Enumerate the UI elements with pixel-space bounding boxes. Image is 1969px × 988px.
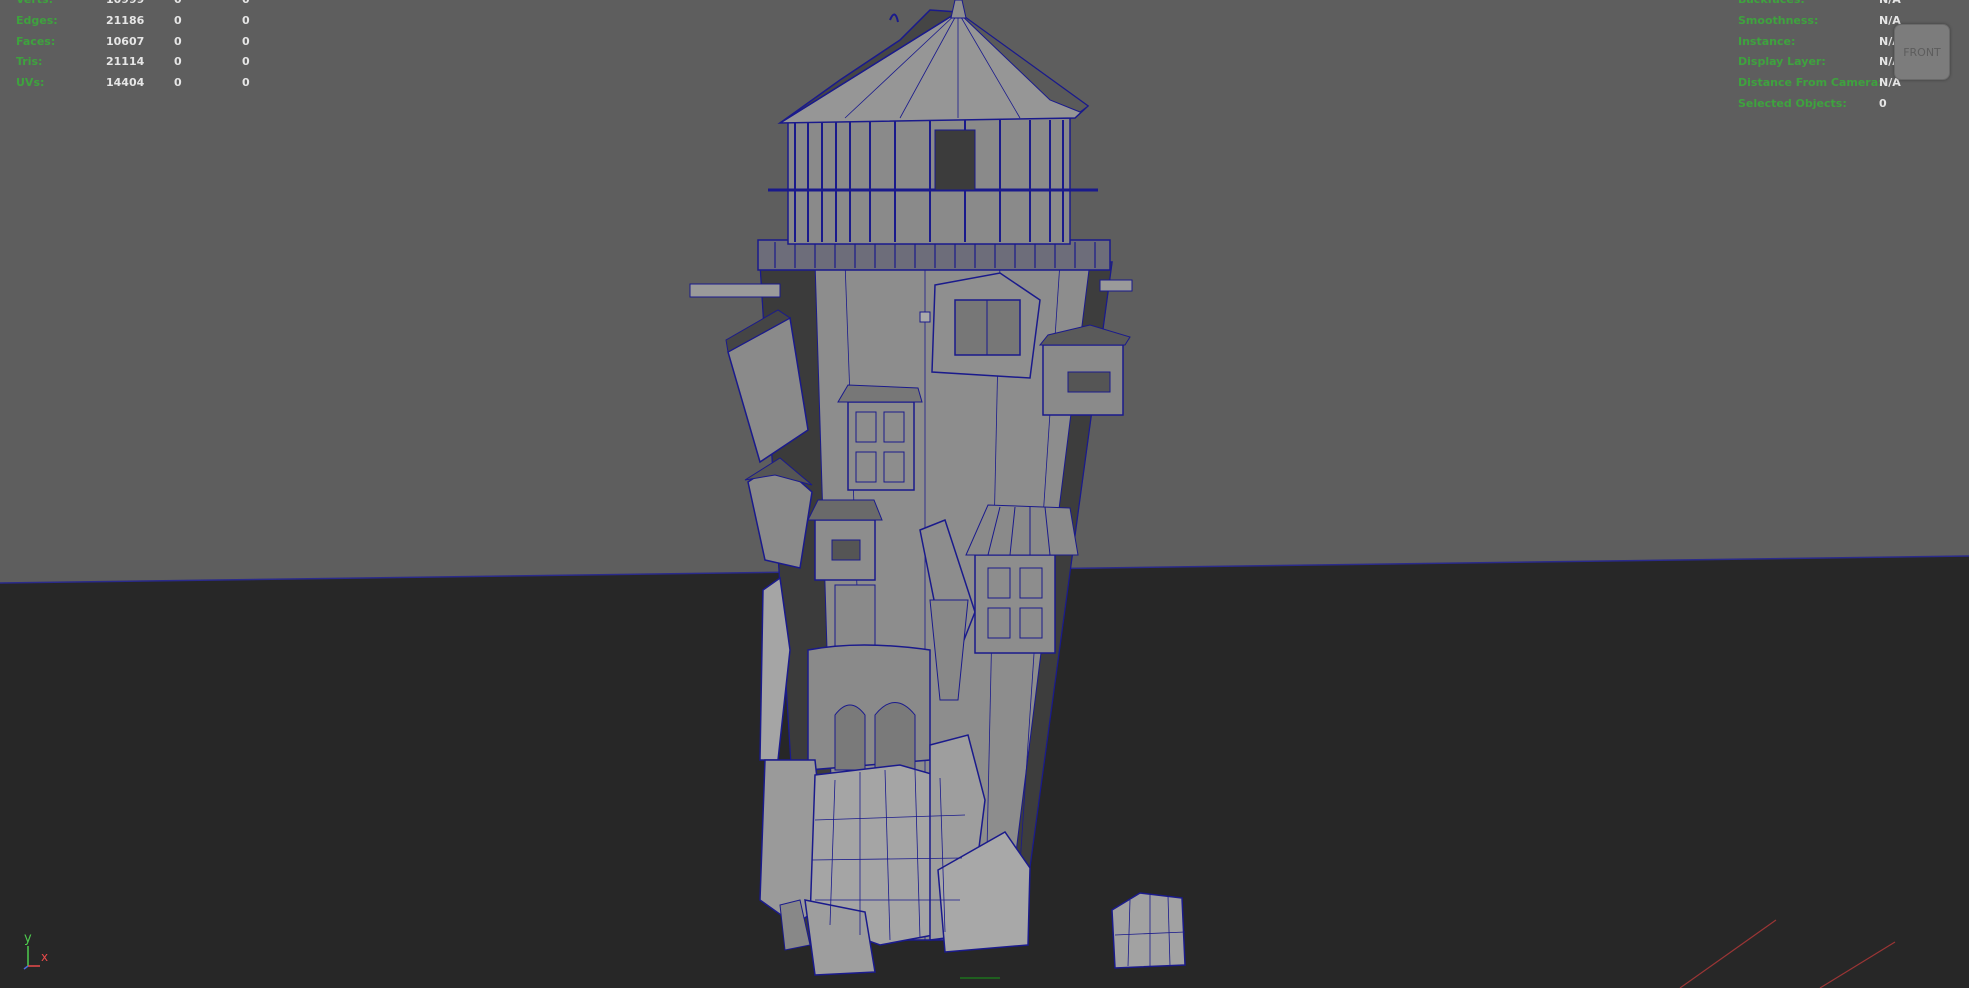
hud-row-display-layer: Display Layer: N/A xyxy=(1738,52,1901,73)
right-arch xyxy=(874,702,916,771)
hud-value: 0 xyxy=(174,13,182,27)
hud-label: UVs: xyxy=(16,76,45,90)
hud-value: 0 xyxy=(242,13,250,27)
middle-roof xyxy=(837,384,923,403)
hud-value: 14404 xyxy=(106,76,145,90)
scene-viewport[interactable] xyxy=(0,0,1969,988)
viewport-panel[interactable]: Verts:1099900 Edges:2118600 Faces:106070… xyxy=(0,0,1969,988)
rock-small xyxy=(1111,892,1186,969)
hud-label: Backfaces: xyxy=(1738,0,1879,11)
hud-row-distance: Distance From Camera: N/A xyxy=(1738,73,1901,94)
hud-row-tris: Tris: 21114 0 0 xyxy=(16,52,282,73)
hud-value: 21186 xyxy=(106,13,145,27)
right-lower-hut xyxy=(974,554,1056,654)
hud-row-instance: Instance: N/A xyxy=(1738,32,1901,53)
hud-row-faces: Faces: 10607 0 0 xyxy=(16,32,282,53)
hud-row-uvs: UVs: 14404 0 0 xyxy=(16,73,282,94)
right-hut-window xyxy=(1067,371,1111,393)
left-arch xyxy=(834,704,866,771)
hud-row-edges: Edges: 21186 0 0 xyxy=(16,11,282,32)
hud-label: Selected Objects: xyxy=(1738,96,1847,110)
hud-label: Edges: xyxy=(16,13,58,27)
hud-value: 21114 xyxy=(106,55,145,69)
left-plank xyxy=(689,283,781,298)
axis-x-label: x xyxy=(41,950,49,964)
hud-value: 0 xyxy=(242,34,250,48)
hud-value: 0 xyxy=(242,55,250,69)
pavilion-door xyxy=(934,129,976,191)
hud-label: Instance: xyxy=(1738,34,1796,48)
small-window xyxy=(919,311,931,323)
hud-value: N/A xyxy=(1879,0,1901,11)
center-building-roof xyxy=(807,499,883,521)
hud-row-smoothness: Smoothness: N/A xyxy=(1738,11,1901,32)
hud-label: Display Layer: xyxy=(1738,55,1826,69)
hud-value: 0 xyxy=(1879,96,1887,110)
axis-y-label: y xyxy=(24,931,32,946)
poly-count-hud: Verts:1099900 Edges:2118600 Faces:106070… xyxy=(16,0,282,94)
object-details-hud: Backfaces:N/A Smoothness:N/A Instance:N/… xyxy=(1738,0,1901,115)
view-cube-label: FRONT xyxy=(1903,45,1941,59)
hud-value: 0 xyxy=(174,0,242,11)
hud-value: 0 xyxy=(242,0,282,11)
hud-label: Verts: xyxy=(16,0,106,11)
rock-front-left xyxy=(804,899,876,976)
hud-value: 0 xyxy=(174,34,182,48)
hud-label: Smoothness: xyxy=(1738,13,1819,27)
hud-value: 0 xyxy=(242,76,250,90)
hud-row-backfaces: Backfaces:N/A xyxy=(1738,0,1901,11)
hud-row-selected: Selected Objects: 0 xyxy=(1738,94,1901,115)
hud-label: Distance From Camera: xyxy=(1738,76,1883,90)
hud-value: 10999 xyxy=(106,0,174,11)
hud-label: Tris: xyxy=(16,55,43,69)
hud-value: 10607 xyxy=(106,34,145,48)
view-cube[interactable]: FRONT xyxy=(1894,24,1950,80)
hud-value: 0 xyxy=(174,76,182,90)
hud-label: Faces: xyxy=(16,34,56,48)
hud-row-verts: Verts:1099900 xyxy=(16,0,282,11)
right-plank xyxy=(1099,279,1133,292)
hud-value: 0 xyxy=(174,55,182,69)
